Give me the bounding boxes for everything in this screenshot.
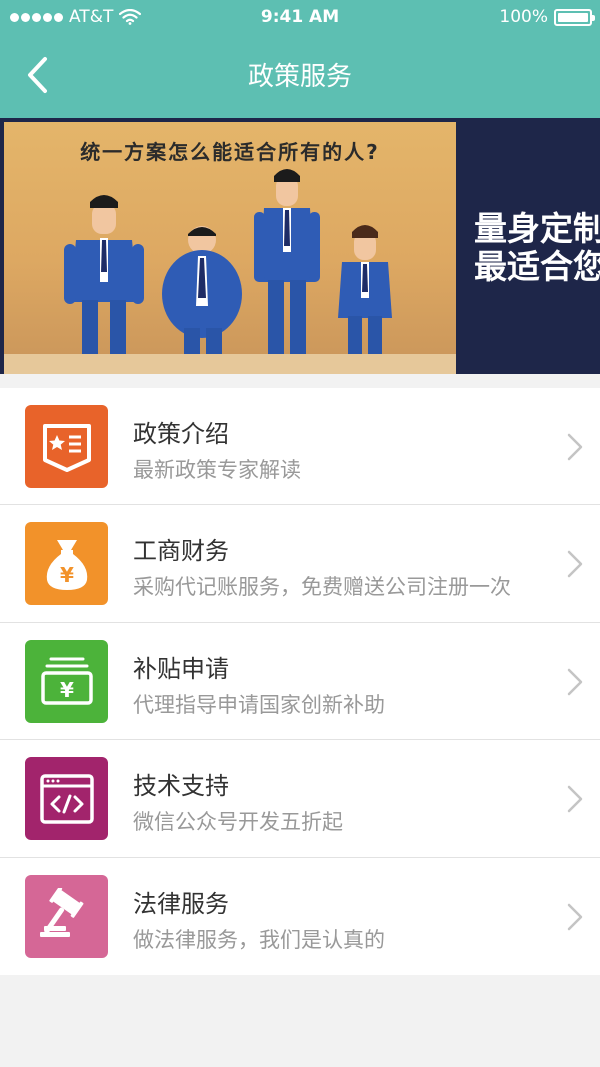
svg-text:¥: ¥ — [60, 563, 74, 587]
item-title: 法律服务 — [133, 889, 229, 918]
list-item-tech-support[interactable]: 技术支持 微信公众号开发五折起 — [0, 740, 600, 858]
item-desc: 最新政策专家解读 — [133, 458, 301, 482]
status-right: 100% — [499, 7, 595, 27]
item-title: 技术支持 — [133, 772, 229, 801]
banner-slogan-line1: 量身定制 — [474, 209, 600, 248]
gavel-icon — [25, 874, 108, 958]
banner-slogan: 量身定制 最适合您 — [474, 210, 600, 286]
status-bar: AT&T 9:41 AM 100% — [0, 0, 600, 34]
businessmen-illustration — [64, 169, 398, 370]
chevron-right-icon — [567, 551, 583, 578]
item-title: 补贴申请 — [133, 654, 229, 683]
policy-document-icon — [25, 405, 108, 488]
item-desc: 采购代记账服务，免费赠送公司注册一次 — [133, 575, 511, 600]
list-item-legal-service[interactable]: 法律服务 做法律服务，我们是认真的 — [0, 858, 600, 975]
item-title: 工商财务 — [133, 537, 229, 566]
service-list: 政策介绍 最新政策专家解读 ¥ 工商财务 采购代记账服务，免费赠送公司注册一次 — [0, 388, 600, 975]
nav-bar: 政策服务 — [0, 34, 600, 118]
banner-floor — [4, 354, 456, 374]
promo-banner[interactable]: 统一方案怎么能适合所有的人? 量身定制 最适合您 — [0, 118, 600, 374]
chevron-right-icon — [567, 668, 583, 696]
chevron-right-icon — [567, 433, 583, 461]
svg-text:¥: ¥ — [60, 678, 74, 702]
battery-icon — [554, 8, 595, 26]
chevron-right-icon — [567, 785, 583, 813]
chevron-right-icon — [567, 903, 583, 930]
list-item-policy-intro[interactable]: 政策介绍 最新政策专家解读 — [0, 388, 600, 506]
page-title: 政策服务 — [247, 62, 352, 92]
banner-illustration: 统一方案怎么能适合所有的人? — [4, 122, 456, 374]
code-window-icon — [25, 757, 108, 841]
item-title: 政策介绍 — [133, 420, 229, 448]
list-item-business-finance[interactable]: ¥ 工商财务 采购代记账服务，免费赠送公司注册一次 — [0, 505, 600, 623]
money-bag-icon: ¥ — [25, 522, 108, 606]
subsidy-cash-icon: ¥ — [25, 639, 108, 723]
banner-slogan-line2: 最适合您 — [474, 247, 600, 286]
item-desc: 做法律服务，我们是认真的 — [133, 927, 385, 952]
battery-percent: 100% — [499, 7, 548, 27]
list-item-subsidy-application[interactable]: ¥ 补贴申请 代理指导申请国家创新补助 — [0, 623, 600, 741]
item-desc: 代理指导申请国家创新补助 — [133, 692, 385, 717]
item-desc: 微信公众号开发五折起 — [133, 810, 343, 835]
